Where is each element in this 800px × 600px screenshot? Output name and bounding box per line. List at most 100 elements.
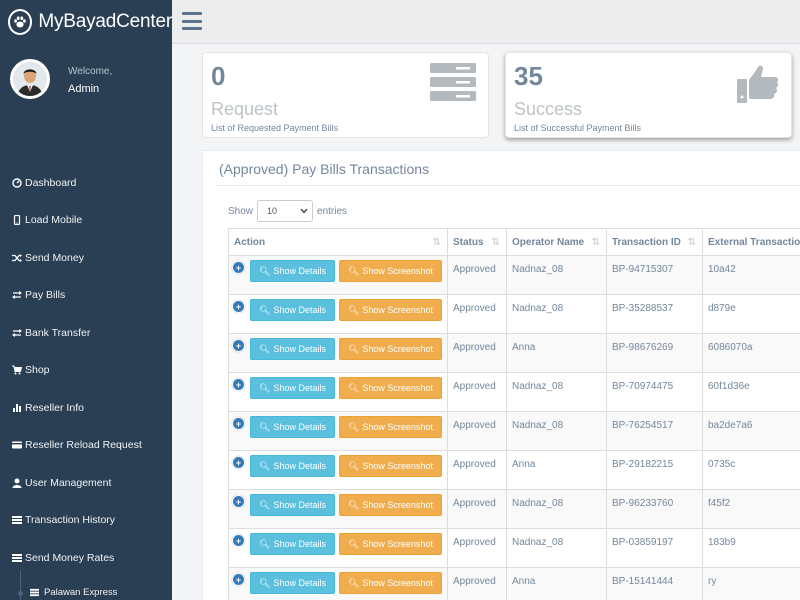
- operator-cell: Nadnaz_08: [506, 294, 607, 334]
- show-screenshot-button[interactable]: 🔍︎ Show Screenshot: [338, 494, 442, 516]
- request-title: Request: [211, 99, 279, 119]
- sidebar-item-send-money-rates[interactable]: Send Money Rates: [0, 539, 172, 577]
- show-screenshot-button[interactable]: 🔍︎ Show Screenshot: [338, 572, 442, 594]
- sidebar-item-load-mobile[interactable]: Load Mobile: [0, 202, 172, 240]
- column-header-label: Operator Name: [512, 236, 585, 248]
- expand-row-icon[interactable]: +: [233, 340, 244, 351]
- success-tile[interactable]: 35 Success List of Successful Payment Bi…: [505, 52, 792, 138]
- welcome-block: Welcome, Admin: [68, 66, 112, 95]
- column-header-status[interactable]: Status ⇅: [447, 228, 507, 256]
- welcome-name: Admin: [68, 83, 100, 95]
- expand-row-icon[interactable]: +: [233, 535, 244, 546]
- show-screenshot-button[interactable]: 🔍︎ Show Screenshot: [338, 455, 442, 477]
- status-cell: Approved: [447, 333, 507, 373]
- row-actions: + 🔍︎ Show Details 🔍︎ Show Screenshot: [228, 255, 448, 295]
- external-transaction-cell: d879e: [702, 294, 800, 334]
- show-screenshot-button[interactable]: 🔍︎ Show Screenshot: [338, 377, 442, 399]
- column-header-external-transaction[interactable]: External Transaction: [702, 228, 800, 256]
- column-header-action[interactable]: Action ⇅: [228, 228, 448, 256]
- show-details-button[interactable]: 🔍︎ Show Details: [250, 299, 335, 321]
- expand-row-icon[interactable]: +: [233, 457, 244, 468]
- list-icon: [11, 515, 22, 526]
- show-screenshot-button[interactable]: 🔍︎ Show Screenshot: [338, 299, 442, 321]
- sidebar-item-label: Pay Bills: [25, 289, 66, 302]
- expand-row-icon[interactable]: +: [233, 496, 244, 507]
- show-details-button[interactable]: 🔍︎ Show Details: [250, 260, 335, 282]
- zoom-icon: 🔍︎: [347, 538, 360, 549]
- sidebar-subitem-palawan-express[interactable]: Palawan Express: [0, 570, 172, 600]
- sidebar-item-label: Transaction History: [25, 514, 116, 527]
- show-details-label: Show Details: [273, 578, 326, 588]
- column-header-label: Action: [234, 236, 266, 248]
- entries-select-value: 10: [267, 206, 278, 216]
- operator-cell: Nadnaz_08: [506, 372, 607, 412]
- top-nav: [172, 0, 800, 44]
- sidebar-item-label: Dashboard: [25, 176, 77, 189]
- brand[interactable]: MyBayadCenter: [0, 0, 172, 44]
- transaction-id-cell: BP-15141444: [606, 567, 703, 600]
- row-actions: + 🔍︎ Show Details 🔍︎ Show Screenshot: [228, 528, 448, 568]
- success-title: Success: [514, 99, 583, 119]
- zoom-icon: 🔍︎: [347, 382, 360, 393]
- entries-select[interactable]: 10: [257, 200, 314, 222]
- show-details-label: Show Details: [273, 500, 326, 510]
- show-screenshot-button[interactable]: 🔍︎ Show Screenshot: [338, 260, 442, 282]
- show-screenshot-label: Show Screenshot: [362, 266, 433, 276]
- random-icon: [11, 252, 22, 263]
- avatar: [10, 59, 50, 99]
- column-header-label: Transaction ID: [612, 236, 681, 248]
- show-details-label: Show Details: [273, 539, 326, 549]
- transaction-id-cell: BP-96233760: [606, 489, 703, 529]
- sidebar-item-reseller-reload-request[interactable]: Reseller Reload Request: [0, 427, 172, 465]
- zoom-icon: 🔍︎: [259, 460, 271, 471]
- sidebar-menu: Dashboard Load Mobile Send Money Pay Bil…: [0, 164, 172, 600]
- request-tile[interactable]: 0 Request List of Requested Payment Bill…: [202, 52, 489, 138]
- show-screenshot-button[interactable]: 🔍︎ Show Screenshot: [338, 533, 442, 555]
- show-details-button[interactable]: 🔍︎ Show Details: [250, 338, 335, 360]
- sidebar-item-reseller-info[interactable]: Reseller Info: [0, 389, 172, 427]
- menu-toggle-icon[interactable]: [182, 12, 202, 30]
- sort-icon: ⇅: [687, 237, 696, 248]
- sidebar-item-send-money[interactable]: Send Money: [0, 239, 172, 277]
- operator-cell: Anna: [506, 450, 607, 490]
- sidebar-item-dashboard[interactable]: Dashboard: [0, 164, 172, 202]
- show-details-button[interactable]: 🔍︎ Show Details: [250, 572, 335, 594]
- panel-title: (Approved) Pay Bills Transactions: [219, 161, 430, 177]
- show-details-button[interactable]: 🔍︎ Show Details: [250, 533, 335, 555]
- length-control: Show 10 entries: [228, 200, 347, 222]
- show-details-button[interactable]: 🔍︎ Show Details: [250, 416, 335, 438]
- show-details-button[interactable]: 🔍︎ Show Details: [250, 377, 335, 399]
- cart-icon: [11, 365, 22, 376]
- table-row: + 🔍︎ Show Details 🔍︎ Show Screenshot Approved…: [228, 372, 800, 412]
- expand-row-icon[interactable]: +: [233, 574, 244, 585]
- show-details-label: Show Details: [273, 344, 326, 354]
- show-details-button[interactable]: 🔍︎ Show Details: [250, 455, 335, 477]
- sidebar-item-user-management[interactable]: User Management: [0, 464, 172, 502]
- expand-row-icon[interactable]: +: [233, 379, 244, 390]
- show-details-label: Show Details: [273, 305, 326, 315]
- zoom-icon: 🔍︎: [259, 304, 271, 315]
- sort-icon: ⇅: [591, 237, 600, 248]
- table-row: + 🔍︎ Show Details 🔍︎ Show Screenshot Approved…: [228, 255, 800, 295]
- zoom-icon: 🔍︎: [259, 421, 271, 432]
- expand-row-icon[interactable]: +: [233, 262, 244, 273]
- show-details-label: Show Details: [273, 266, 326, 276]
- sidebar-item-transaction-history[interactable]: Transaction History: [0, 502, 172, 540]
- column-header-transaction-id[interactable]: Transaction ID ⇅: [606, 228, 703, 256]
- sidebar-item-label: Reseller Reload Request: [25, 439, 142, 452]
- operator-cell: Nadnaz_08: [506, 255, 607, 295]
- column-header-label: External Transaction: [708, 236, 800, 248]
- expand-row-icon[interactable]: +: [233, 301, 244, 312]
- show-screenshot-button[interactable]: 🔍︎ Show Screenshot: [338, 416, 442, 438]
- status-cell: Approved: [447, 489, 507, 529]
- transaction-id-cell: BP-35288537: [606, 294, 703, 334]
- show-details-button[interactable]: 🔍︎ Show Details: [250, 494, 335, 516]
- sidebar-item-shop[interactable]: Shop: [0, 352, 172, 390]
- sidebar-item-bank-transfer[interactable]: Bank Transfer: [0, 314, 172, 352]
- show-screenshot-button[interactable]: 🔍︎ Show Screenshot: [338, 338, 442, 360]
- paw-icon: [8, 9, 33, 35]
- sidebar-item-pay-bills[interactable]: Pay Bills: [0, 277, 172, 315]
- column-header-operator[interactable]: Operator Name ⇅: [506, 228, 607, 256]
- sort-icon: ⇅: [491, 237, 500, 248]
- expand-row-icon[interactable]: +: [233, 418, 244, 429]
